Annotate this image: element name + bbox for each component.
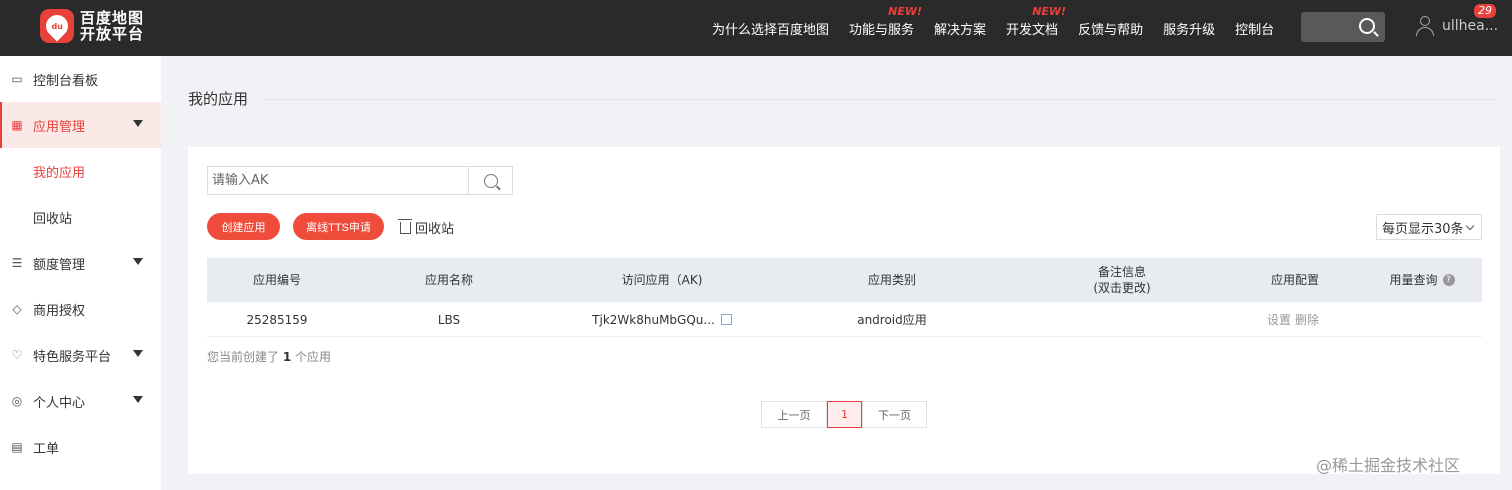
- sliders-icon: ☰: [11, 256, 23, 270]
- main-nav: 为什么选择百度地图 NEW! 功能与服务 解决方案 NEW! 开发文档 反馈与帮助 …: [712, 0, 1294, 56]
- caret-down-icon: [133, 120, 143, 127]
- offline-tts-button[interactable]: 离线TTS申请: [293, 213, 384, 240]
- grid-icon: ▦: [11, 118, 23, 132]
- user-icon: [1416, 16, 1434, 36]
- sidebar-item-dashboard[interactable]: ▭ 控制台看板: [0, 56, 161, 102]
- username: ullhea...: [1442, 18, 1499, 34]
- help-icon[interactable]: ?: [1442, 274, 1455, 286]
- copy-icon[interactable]: [717, 311, 732, 325]
- sidebar-subitem-recycle[interactable]: 回收站: [0, 194, 161, 240]
- nav-docs[interactable]: NEW! 开发文档: [1006, 5, 1066, 38]
- delete-link[interactable]: 删除: [1295, 311, 1319, 328]
- sidebar-item-quota[interactable]: ☰ 额度管理: [0, 240, 161, 286]
- watermark: @稀土掘金技术社区: [1316, 456, 1461, 475]
- table-header: 应用编号 应用名称 访问应用（AK) 应用类别 备注信息 (双击更改) 应用配置…: [207, 258, 1482, 302]
- sidebar: ▭ 控制台看板 ▦ 应用管理 我的应用 回收站 ☰ 额度管理 ◇ 商用授权 ♡ …: [0, 56, 161, 490]
- column-header-usage: 用量查询 ?: [1367, 258, 1477, 302]
- page-size-select[interactable]: 每页显示30条: [1376, 214, 1482, 240]
- prev-page-button[interactable]: 上一页: [761, 401, 827, 428]
- ak-search-input[interactable]: [208, 167, 469, 194]
- page-title: 我的应用: [188, 90, 249, 108]
- trash-icon: [398, 218, 412, 234]
- column-header: 应用编号: [252, 273, 301, 287]
- nav-features[interactable]: NEW! 功能与服务: [849, 5, 922, 38]
- table-row: 25285159 LBS Tjk2Wk8huMbGQu... android应用…: [207, 302, 1482, 337]
- new-badge: NEW!: [1032, 4, 1067, 18]
- cell-app-name: LBS: [437, 312, 461, 327]
- brand-line-2: 开放平台: [80, 25, 145, 43]
- shield-icon: ◇: [12, 302, 22, 316]
- cell-category: android应用: [857, 313, 927, 327]
- pagination: 上一页 1 下一页: [761, 401, 927, 428]
- cell-ak: Tjk2Wk8huMbGQu...: [547, 302, 777, 337]
- notification-badge[interactable]: 29: [1474, 4, 1496, 18]
- divider: [262, 99, 1500, 100]
- map-pin-logo-icon: du: [40, 9, 74, 43]
- column-header: 备注信息 (双击更改): [1093, 265, 1151, 295]
- ak-search: [207, 166, 513, 195]
- nav-feedback[interactable]: 反馈与帮助: [1078, 19, 1143, 38]
- user-circle-icon: ◎: [11, 394, 23, 408]
- cell-app-id: 25285159: [246, 312, 308, 327]
- cell-note[interactable]: [1067, 302, 1177, 337]
- search-icon[interactable]: [1359, 18, 1375, 34]
- settings-link[interactable]: 设置: [1267, 311, 1291, 328]
- column-header: 应用类别: [867, 273, 916, 287]
- brand-logo[interactable]: du 百度地图 开放平台: [40, 8, 150, 44]
- caret-down-icon: [133, 350, 143, 357]
- app-count: 1: [282, 350, 292, 364]
- caret-down-icon: [133, 258, 143, 265]
- ak-search-button[interactable]: [470, 167, 512, 194]
- nav-upgrade[interactable]: 服务升级: [1163, 19, 1215, 38]
- sidebar-item-license[interactable]: ◇ 商用授权: [0, 286, 161, 332]
- nav-console[interactable]: 控制台: [1235, 19, 1274, 38]
- heart-icon: ♡: [11, 348, 23, 362]
- search-icon: [484, 173, 498, 188]
- nav-solutions[interactable]: 解决方案: [934, 19, 986, 38]
- top-navbar: du 百度地图 开放平台 为什么选择百度地图 NEW! 功能与服务 解决方案 NE…: [0, 0, 1512, 56]
- clipboard-icon: ▤: [11, 440, 23, 454]
- create-app-button[interactable]: 创建应用: [207, 213, 280, 240]
- chevron-down-icon: [1465, 221, 1475, 231]
- sidebar-subitem-my-apps[interactable]: 我的应用: [0, 148, 161, 194]
- page-number-button[interactable]: 1: [827, 401, 862, 428]
- column-header: 应用名称: [424, 273, 473, 287]
- caret-down-icon: [133, 396, 143, 403]
- new-badge: NEW!: [888, 4, 923, 18]
- cell-config: 设置 删除: [1237, 302, 1353, 337]
- recycle-bin-link[interactable]: 回收站: [398, 218, 454, 237]
- column-header: 访问应用（AK): [621, 273, 703, 287]
- dashboard-icon: ▭: [11, 72, 23, 86]
- sidebar-item-app-management[interactable]: ▦ 应用管理: [0, 102, 161, 148]
- global-search[interactable]: [1301, 12, 1385, 42]
- app-count-summary: 您当前创建了 1 个应用: [207, 350, 332, 364]
- sidebar-item-tickets[interactable]: ▤ 工单: [0, 424, 161, 470]
- nav-why-baidu[interactable]: 为什么选择百度地图: [712, 19, 829, 38]
- next-page-button[interactable]: 下一页: [862, 401, 927, 428]
- brand-line-1: 百度地图: [80, 9, 145, 27]
- column-header: 应用配置: [1270, 273, 1319, 287]
- sidebar-item-personal-center[interactable]: ◎ 个人中心: [0, 378, 161, 424]
- sidebar-item-special-services[interactable]: ♡ 特色服务平台: [0, 332, 161, 378]
